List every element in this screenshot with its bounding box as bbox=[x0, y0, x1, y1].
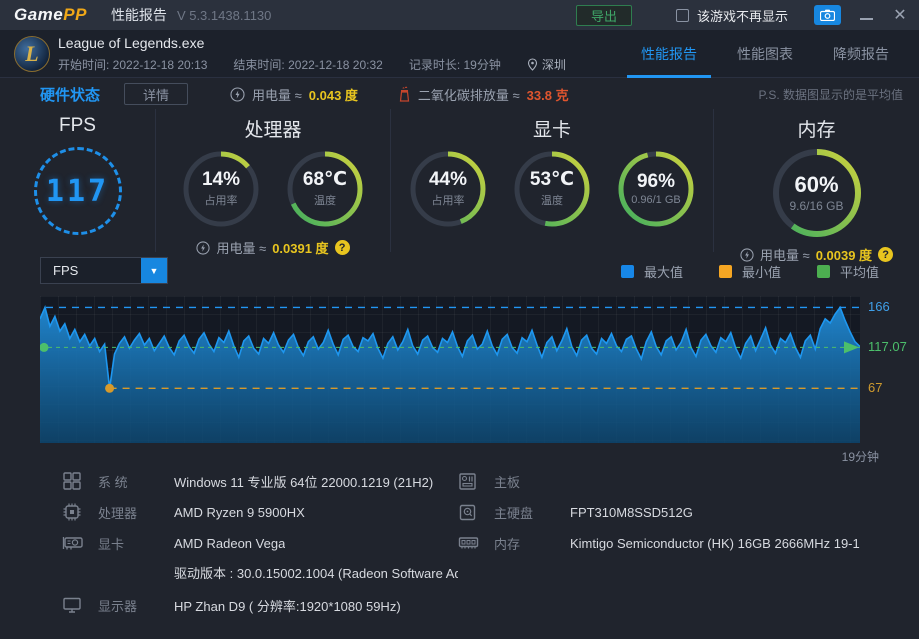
fps-section: FPS 117 bbox=[0, 109, 155, 252]
co2-stat: 二氧化碳排放量 ≈ 33.8 克 bbox=[398, 85, 569, 104]
total-power-stat: 用电量 ≈ 0.043 度 bbox=[230, 85, 358, 104]
ps-note: P.S. 数据图显示的是平均值 bbox=[758, 87, 903, 102]
session-meta: 开始时间: 2022-12-18 20:13 结束时间: 2022-12-18 … bbox=[58, 56, 566, 73]
hide-game-checkbox[interactable] bbox=[675, 8, 689, 22]
game-header: L League of Legends.exe 开始时间: 2022-12-18… bbox=[0, 30, 919, 78]
system-row-disk: 主硬盘 FPT310M8SSD512G bbox=[458, 501, 913, 523]
gpu-usage-gauge: 44% 占用率 bbox=[409, 150, 487, 228]
chart-legend: 最大值 最小值 平均值 bbox=[620, 262, 879, 281]
fps-chart[interactable] bbox=[40, 296, 860, 443]
avg-swatch bbox=[816, 265, 830, 278]
gpu-section: 显卡 44% 占用率 53℃ 温度 96% 0.96/1 GB bbox=[390, 109, 713, 252]
tab-performance-chart[interactable]: 性能图表 bbox=[717, 30, 813, 78]
cpu-chip-icon bbox=[62, 502, 86, 522]
ram-icon bbox=[458, 535, 482, 551]
system-row-os: 系 统 Windows 11 专业版 64位 22000.1219 (21H2) bbox=[62, 470, 458, 492]
system-row-cpu: 处理器 AMD Ryzen 9 5900HX bbox=[62, 501, 458, 523]
logo-text-game: Game bbox=[14, 5, 64, 24]
legend-min: 最小值 bbox=[718, 262, 781, 281]
location: 深圳 bbox=[527, 56, 566, 73]
app-logo: GamePP bbox=[14, 5, 87, 25]
max-swatch bbox=[620, 265, 634, 278]
co2-value: 33.8 克 bbox=[526, 87, 569, 103]
location-pin-icon bbox=[527, 58, 537, 71]
gauge-row: FPS 117 处理器 14% 占用率 68℃ 温度 用电量 ≈ 0.0391 … bbox=[0, 109, 919, 263]
tab-performance-report[interactable]: 性能报告 bbox=[621, 30, 717, 78]
detail-button[interactable]: 详情 bbox=[124, 83, 189, 105]
min-swatch bbox=[718, 265, 732, 278]
report-tabs: 性能报告 性能图表 降频报告 bbox=[621, 30, 909, 78]
version-label: V 5.3.1438.1130 bbox=[176, 7, 272, 23]
monitor-icon bbox=[62, 596, 86, 614]
legend-avg: 平均值 bbox=[816, 262, 879, 281]
system-row-gpu: 显卡 AMD Radeon Vega bbox=[62, 532, 458, 554]
cpu-title: 处理器 bbox=[244, 120, 302, 141]
fps-area-chart bbox=[40, 304, 860, 443]
system-info-right: 主板 主硬盘 FPT310M8SSD512G 内存 Kimtigo Semico… bbox=[458, 470, 913, 563]
chimney-icon bbox=[399, 86, 410, 102]
disk-icon bbox=[458, 503, 482, 522]
camera-icon bbox=[820, 9, 835, 21]
gpu-driver-version: 驱动版本 : 30.0.15002.1004 (Radeon Software … bbox=[174, 566, 458, 581]
close-button[interactable]: ✕ bbox=[891, 5, 909, 25]
titlebar: GamePP 性能报告 V 5.3.1438.1130 导出 该游戏不再显示 ✕ bbox=[0, 0, 919, 30]
system-row-monitor: 显示器 HP Zhan D9 ( 分辨率:1920*1080 59Hz) bbox=[62, 594, 458, 616]
cpu-power-line: 用电量 ≈ 0.0391 度 ? bbox=[156, 238, 390, 257]
window-title: 性能报告 bbox=[110, 7, 167, 23]
chart-duration-label: 19分钟 bbox=[841, 450, 879, 464]
cpu-temp-gauge: 68℃ 温度 bbox=[286, 150, 364, 228]
record-duration: 记录时长: 19分钟 bbox=[408, 58, 501, 72]
axis-min-label: 67 bbox=[868, 380, 883, 396]
system-row-ram: 内存 Kimtigo Semiconductor (HK) 16GB 2666M… bbox=[458, 532, 913, 554]
hardware-status-bar: 硬件状态 详情 用电量 ≈ 0.043 度 二氧化碳排放量 ≈ 33.8 克 P… bbox=[0, 79, 919, 109]
screenshot-button[interactable] bbox=[814, 5, 841, 25]
system-row-motherboard: 主板 bbox=[458, 470, 913, 492]
fps-value: 117 bbox=[45, 173, 110, 209]
gpu-temp-gauge: 53℃ 温度 bbox=[513, 150, 591, 228]
gpu-title: 显卡 bbox=[532, 120, 571, 141]
hide-game-label: 该游戏不再显示 bbox=[696, 8, 788, 24]
gpu-card-icon bbox=[62, 534, 86, 552]
game-name: League of Legends.exe bbox=[58, 35, 205, 51]
power-icon bbox=[230, 86, 245, 102]
power-icon bbox=[196, 240, 211, 255]
memory-title: 内存 bbox=[797, 120, 836, 141]
chart-controls: FPS ▼ 最大值 最小值 平均值 bbox=[40, 257, 879, 285]
end-time: 结束时间: 2022-12-18 20:32 bbox=[233, 58, 383, 72]
cpu-usage-gauge: 14% 占用率 bbox=[182, 150, 260, 228]
fps-title: FPS bbox=[59, 115, 96, 136]
memory-usage-gauge: 60% 9.6/16 GB bbox=[771, 147, 863, 239]
fps-dial: 117 bbox=[33, 147, 122, 235]
memory-section: 内存 60% 9.6/16 GB 用电量 ≈ 0.0039 度 ? bbox=[713, 109, 919, 263]
game-icon: L bbox=[14, 36, 50, 72]
cpu-section: 处理器 14% 占用率 68℃ 温度 用电量 ≈ 0.0391 度 ? bbox=[155, 109, 390, 256]
gpu-vram-gauge: 96% 0.96/1 GB bbox=[617, 150, 695, 228]
help-icon[interactable]: ? bbox=[878, 247, 894, 262]
start-time: 开始时间: 2022-12-18 20:13 bbox=[58, 58, 208, 72]
system-info-left: 系 统 Windows 11 专业版 64位 22000.1219 (21H2)… bbox=[62, 470, 458, 625]
export-button[interactable]: 导出 bbox=[575, 4, 632, 26]
logo-text-pp: PP bbox=[63, 5, 87, 24]
axis-avg-label: 117.07 bbox=[868, 339, 907, 355]
minimize-icon bbox=[859, 11, 873, 20]
metric-selected: FPS bbox=[53, 263, 79, 278]
tab-throttle-report[interactable]: 降频报告 bbox=[813, 30, 909, 78]
axis-max-label: 166 bbox=[868, 299, 890, 315]
motherboard-icon bbox=[458, 472, 482, 491]
cpu-power-value: 0.0391 度 bbox=[272, 241, 329, 256]
help-icon[interactable]: ? bbox=[334, 240, 350, 255]
minimize-button[interactable] bbox=[857, 7, 875, 24]
hide-game-checkbox-group[interactable]: 该游戏不再显示 bbox=[675, 6, 788, 25]
legend-max: 最大值 bbox=[620, 262, 683, 281]
hardware-status-title: 硬件状态 bbox=[40, 86, 101, 104]
chevron-down-icon: ▼ bbox=[149, 265, 159, 276]
metric-dropdown[interactable]: FPS ▼ bbox=[40, 257, 168, 284]
power-value: 0.043 度 bbox=[308, 87, 358, 103]
os-grid-icon bbox=[62, 471, 86, 491]
dropdown-arrow-button[interactable]: ▼ bbox=[141, 258, 167, 283]
